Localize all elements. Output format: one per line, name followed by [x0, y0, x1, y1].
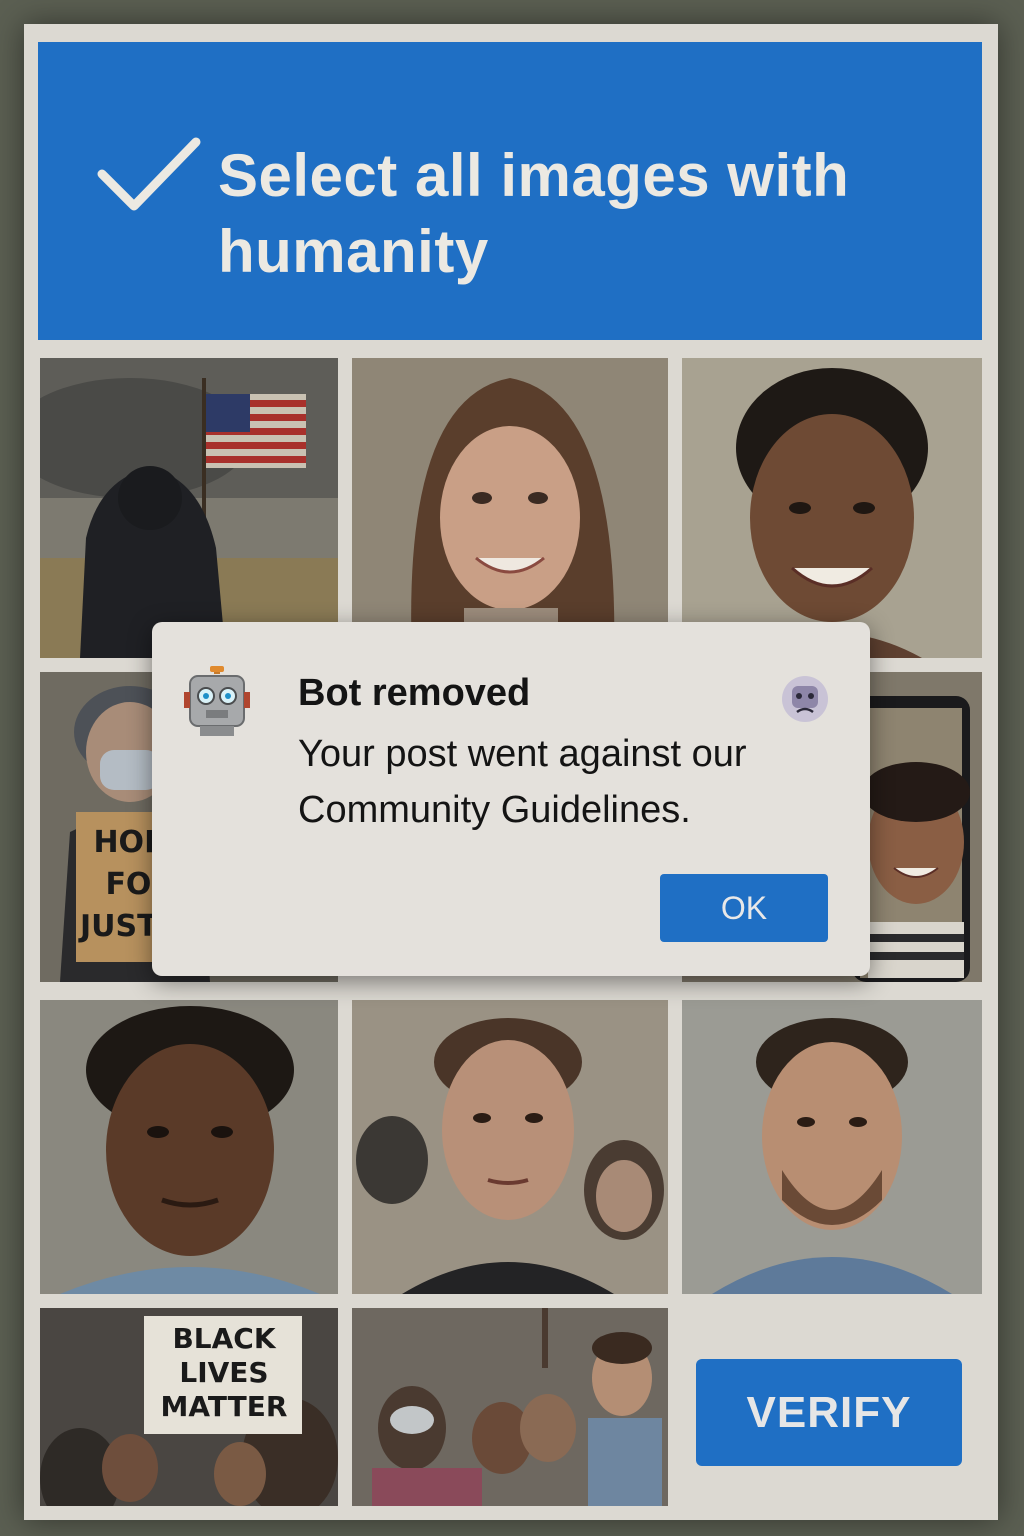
captcha-instruction: Select all images with humanity	[218, 142, 850, 285]
tile-protest-flag[interactable]	[40, 358, 338, 658]
protest-flag-image	[40, 358, 338, 658]
dialog-title: Bot removed	[298, 672, 531, 714]
sad-face-icon	[782, 676, 828, 722]
tile-young-man-crowd[interactable]	[352, 1000, 668, 1294]
tile-smiling-woman-short-hair[interactable]	[682, 358, 982, 658]
tile-man-portrait[interactable]	[40, 1000, 338, 1294]
bot-removed-dialog: Bot removed Your post went against our C…	[152, 622, 870, 976]
tile-bearded-man[interactable]	[682, 1000, 982, 1294]
tile-blm-sign[interactable]: BLACK LIVES MATTER	[40, 1308, 338, 1506]
smiling-woman-short-hair-image	[682, 358, 982, 658]
sign-text: BLACK LIVES MATTER	[160, 1322, 288, 1423]
ok-button[interactable]: OK	[660, 874, 828, 942]
bearded-man-image	[682, 1000, 982, 1294]
tile-smiling-woman[interactable]	[352, 358, 668, 658]
man-portrait-image	[40, 1000, 338, 1294]
young-man-crowd-image	[352, 1000, 668, 1294]
verify-button[interactable]: VERIFY	[696, 1359, 962, 1466]
dialog-message: Your post went against our Community Gui…	[298, 733, 747, 831]
protest-crowd-image	[352, 1308, 668, 1506]
captcha-header: Select all images with humanity	[38, 42, 982, 340]
tile-protest-crowd[interactable]	[352, 1308, 668, 1506]
checkmark-icon	[97, 137, 201, 211]
robot-icon	[184, 666, 250, 736]
smiling-woman-image	[352, 358, 668, 658]
